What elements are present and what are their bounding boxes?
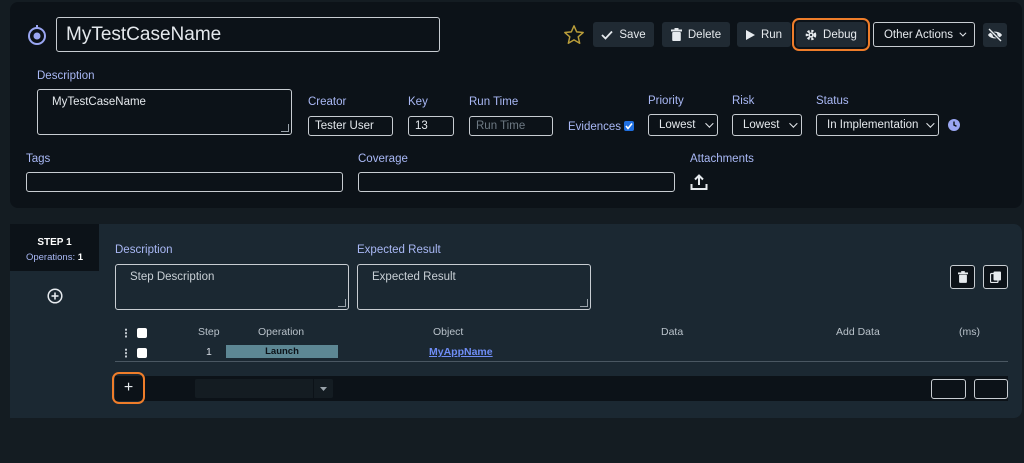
drag-handle-icon[interactable] <box>125 328 127 338</box>
chevron-down-icon <box>926 119 935 128</box>
check-icon <box>625 123 633 130</box>
runtime-input[interactable]: Run Time <box>469 116 553 136</box>
step-description-textarea[interactable]: Step Description <box>115 264 349 310</box>
operations-count: 1 <box>77 252 84 263</box>
other-actions-label: Other Actions <box>883 28 954 41</box>
delete-step-button[interactable] <box>950 265 975 289</box>
description-textarea[interactable]: MyTestCaseName <box>37 89 292 135</box>
operation-select-toggle[interactable] <box>313 379 333 398</box>
description-text: MyTestCaseName <box>52 96 146 108</box>
debug-button-label: Debug <box>823 28 857 41</box>
row-operation-cell[interactable]: Launch <box>226 345 338 358</box>
column-header-operation: Operation <box>258 326 305 338</box>
row-operation-text: Launch <box>265 346 299 357</box>
other-actions-dropdown[interactable]: Other Actions <box>873 22 975 47</box>
key-input[interactable]: 13 <box>408 116 454 136</box>
add-step-icon[interactable] <box>47 288 63 304</box>
creator-input[interactable]: Tester User <box>308 116 393 136</box>
plus-icon: + <box>123 379 134 396</box>
resize-grip-icon <box>338 299 346 307</box>
resize-grip-icon <box>281 124 289 132</box>
column-header-object: Object <box>433 326 464 338</box>
run-button[interactable]: Run <box>737 22 791 47</box>
trash-icon <box>670 28 682 41</box>
risk-label: Risk <box>732 95 755 107</box>
copy-step-button[interactable] <box>983 265 1008 289</box>
operation-select[interactable] <box>195 379 333 398</box>
trash-icon <box>957 271 968 283</box>
test-case-name-text: MyTestCaseName <box>66 23 222 45</box>
risk-select[interactable]: Lowest <box>732 114 802 136</box>
operations-label: Operations: <box>25 252 76 263</box>
row-input-a[interactable] <box>931 379 966 399</box>
chevron-down-icon <box>789 119 798 128</box>
status-label: Status <box>816 95 849 107</box>
priority-select[interactable]: Lowest <box>648 114 718 136</box>
runtime-placeholder: Run Time <box>476 120 526 132</box>
run-button-label: Run <box>760 28 783 41</box>
chevron-down-icon <box>959 29 967 37</box>
play-icon <box>745 29 755 40</box>
row-object-link[interactable]: MyAppName <box>429 346 493 358</box>
chevron-down-icon <box>705 119 714 128</box>
expected-result-placeholder: Expected Result <box>372 271 456 283</box>
resize-grip-icon <box>580 299 588 307</box>
gear-icon <box>805 29 817 40</box>
priority-value: Lowest <box>659 119 696 131</box>
delete-button[interactable]: Delete <box>662 22 730 47</box>
row-input-b[interactable] <box>974 379 1008 399</box>
tags-input[interactable] <box>26 172 343 192</box>
check-icon <box>601 30 614 40</box>
column-header-step: Step <box>198 326 220 338</box>
evidences-checkbox[interactable] <box>624 121 634 131</box>
key-text: 13 <box>415 120 428 132</box>
star-icon[interactable] <box>563 24 585 46</box>
upload-icon[interactable] <box>690 173 708 191</box>
step-sidebar: STEP 1 Operations: 1 <box>10 224 99 418</box>
coverage-input[interactable] <box>358 172 675 192</box>
column-header-ms: (ms) <box>959 326 980 338</box>
key-label: Key <box>408 96 428 108</box>
save-button[interactable]: Save <box>593 22 654 47</box>
priority-label: Priority <box>648 95 684 107</box>
row-step-number: 1 <box>206 346 212 358</box>
creator-text: Tester User <box>315 120 374 132</box>
runtime-label: Run Time <box>469 96 519 108</box>
attachments-label: Attachments <box>690 153 754 165</box>
test-case-name-input[interactable]: MyTestCaseName <box>56 17 440 52</box>
evidences-label: Evidences <box>568 121 622 133</box>
row-checkbox[interactable] <box>137 348 147 358</box>
debug-button[interactable]: Debug <box>792 18 870 51</box>
clock-icon[interactable] <box>947 118 961 132</box>
creator-label: Creator <box>308 96 347 108</box>
delete-button-label: Delete <box>687 28 722 41</box>
status-select[interactable]: In Implementation <box>816 114 939 136</box>
table-divider <box>115 361 1008 362</box>
expected-result-textarea[interactable]: Expected Result <box>357 264 591 310</box>
add-operation-button[interactable]: + <box>112 372 145 404</box>
drag-handle-icon[interactable] <box>125 348 127 358</box>
robot-icon <box>26 24 48 46</box>
caret-down-icon <box>320 386 327 391</box>
step-title: STEP 1 <box>37 237 72 248</box>
expected-result-label: Expected Result <box>357 244 441 256</box>
step-description-label: Description <box>115 244 173 256</box>
hide-toggle-button[interactable] <box>983 23 1007 47</box>
eye-off-icon <box>987 28 1003 42</box>
column-header-data: Data <box>661 326 684 338</box>
test-case-header-panel: MyTestCaseName Save Delete Run Debug Oth… <box>10 2 1022 208</box>
step-description-placeholder: Step Description <box>130 271 215 283</box>
coverage-label: Coverage <box>358 153 408 165</box>
status-value: In Implementation <box>827 119 919 131</box>
column-header-add-data: Add Data <box>836 326 880 338</box>
select-all-checkbox[interactable] <box>137 328 147 338</box>
description-label: Description <box>37 70 95 82</box>
step-panel: STEP 1 Operations: 1 Description Step De… <box>10 224 1022 418</box>
tags-label: Tags <box>26 153 51 165</box>
save-button-label: Save <box>619 28 646 41</box>
step-operations-line: Operations: 1 <box>10 252 99 263</box>
copy-icon <box>989 271 1001 283</box>
risk-value: Lowest <box>743 119 780 131</box>
